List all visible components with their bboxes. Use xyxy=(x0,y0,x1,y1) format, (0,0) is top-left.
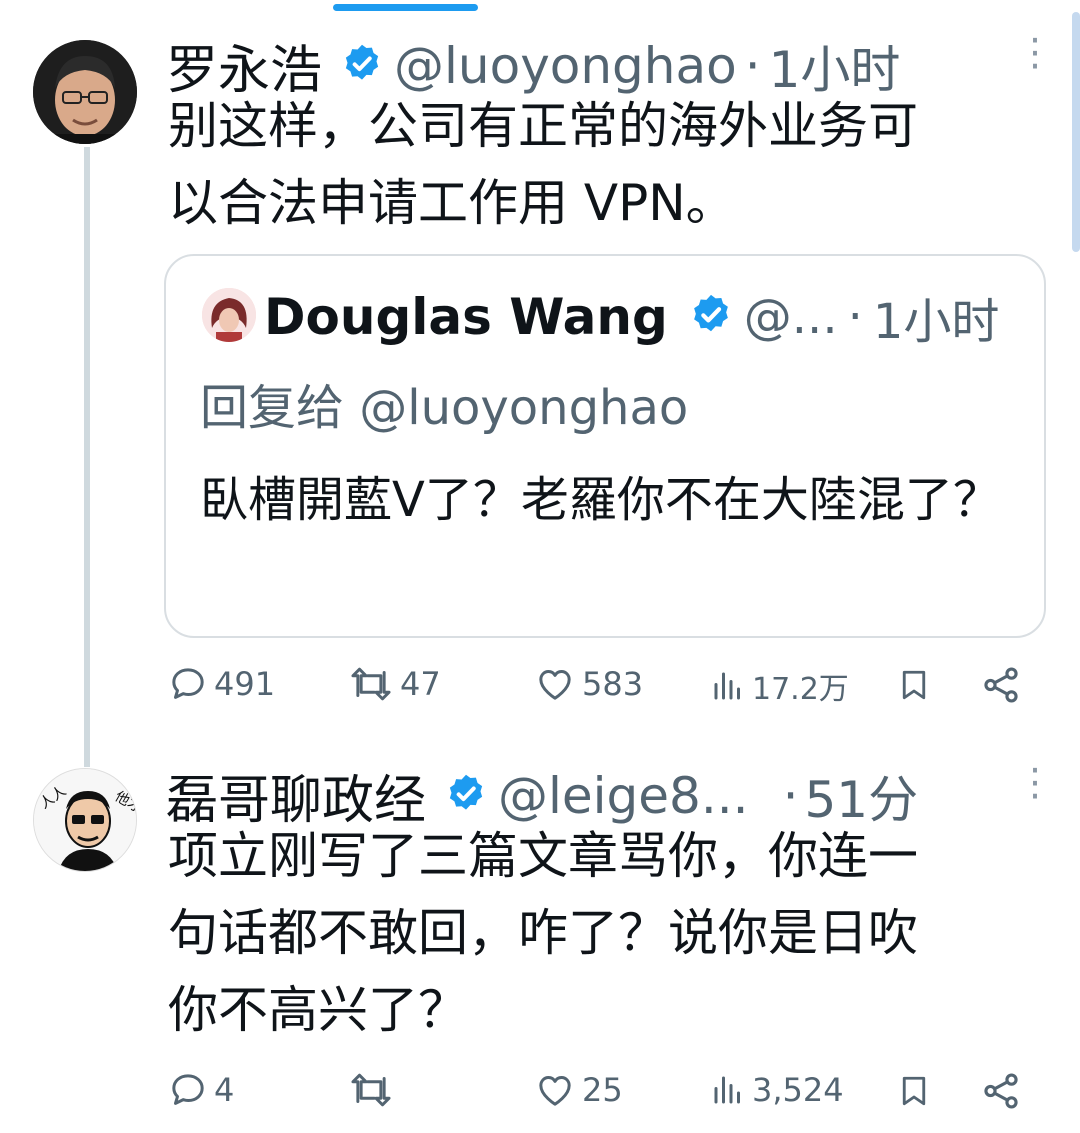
share-icon xyxy=(984,1073,1018,1109)
retweet-button[interactable] xyxy=(348,1070,400,1110)
reply-to-label: 回复给 @luoyonghao xyxy=(200,380,689,436)
views-icon xyxy=(714,1076,740,1104)
tweet-text: 项立刚写了三篇文章骂你，你连一 句话都不敢回，咋了？说你是日吹 你不高兴了？ xyxy=(168,827,918,1039)
avatar[interactable]: 人人 他才 xyxy=(33,768,137,872)
bookmark-button[interactable] xyxy=(896,1070,932,1112)
quote-header: Douglas Wang @... · 1小时 xyxy=(264,282,999,352)
more-icon[interactable]: ⋮ xyxy=(1016,33,1054,71)
like-count: 583 xyxy=(582,665,644,703)
verified-badge-icon xyxy=(444,772,488,820)
quote-avatar[interactable] xyxy=(202,288,256,342)
top-indicator xyxy=(333,4,478,11)
share-icon xyxy=(984,667,1018,703)
like-icon xyxy=(539,670,571,700)
reply-icon xyxy=(172,1074,204,1105)
more-icon[interactable]: ⋮ xyxy=(1016,763,1054,801)
views-count: 17.2万 xyxy=(752,672,849,707)
verified-badge-icon xyxy=(340,42,384,90)
bookmark-button[interactable] xyxy=(896,664,932,706)
quote-author-handle[interactable]: @... xyxy=(744,289,838,345)
avatar[interactable] xyxy=(33,40,137,144)
like-button[interactable]: 583 xyxy=(534,664,643,704)
reply-icon xyxy=(172,668,204,699)
tweet-text: 别这样，公司有正常的海外业务可 以合法申请工作用 VPN。 xyxy=(168,97,918,232)
author-handle[interactable]: @luoyonghao xyxy=(394,37,737,95)
retweet-button[interactable]: 47 xyxy=(348,664,441,704)
separator-dot: · xyxy=(782,766,799,825)
tweet-actions: 491 47 583 17.2万 xyxy=(168,664,1058,724)
views-icon xyxy=(714,672,740,700)
quote-author-name[interactable]: Douglas Wang xyxy=(264,288,668,346)
author-handle[interactable]: @leige8... xyxy=(498,767,749,825)
thread-line xyxy=(84,147,90,767)
quote-text: 臥槽開藍V了？老羅你不在大陸混了？ xyxy=(200,472,1001,528)
quote-time[interactable]: 1小时 xyxy=(873,282,1000,352)
like-count: 25 xyxy=(582,1071,623,1109)
views-count: 3,524 xyxy=(752,1071,844,1109)
bookmark-icon xyxy=(902,670,926,700)
like-button[interactable]: 25 xyxy=(534,1070,623,1110)
like-icon xyxy=(539,1076,571,1106)
tweet-actions: 4 25 3,524 xyxy=(168,1070,1058,1130)
retweet-count: 47 xyxy=(400,665,441,703)
reply-button[interactable]: 491 xyxy=(168,664,275,704)
retweet-icon xyxy=(351,667,391,701)
retweet-icon xyxy=(351,1073,391,1107)
reply-count: 4 xyxy=(214,1071,235,1109)
separator-dot: · xyxy=(744,36,761,95)
verified-badge-icon xyxy=(688,292,734,342)
separator-dot: · xyxy=(847,289,863,345)
views-button[interactable]: 3,524 xyxy=(710,1070,844,1110)
reply-count: 491 xyxy=(214,665,276,703)
share-button[interactable] xyxy=(980,1070,1022,1112)
views-button[interactable]: 17.2万 xyxy=(710,664,849,708)
quote-tweet-card[interactable]: Douglas Wang @... · 1小时 回复给 @luoyonghao … xyxy=(164,254,1046,638)
share-button[interactable] xyxy=(980,664,1022,706)
bookmark-icon xyxy=(902,1076,926,1106)
reply-button[interactable]: 4 xyxy=(168,1070,234,1110)
scrollbar[interactable] xyxy=(1072,12,1080,252)
